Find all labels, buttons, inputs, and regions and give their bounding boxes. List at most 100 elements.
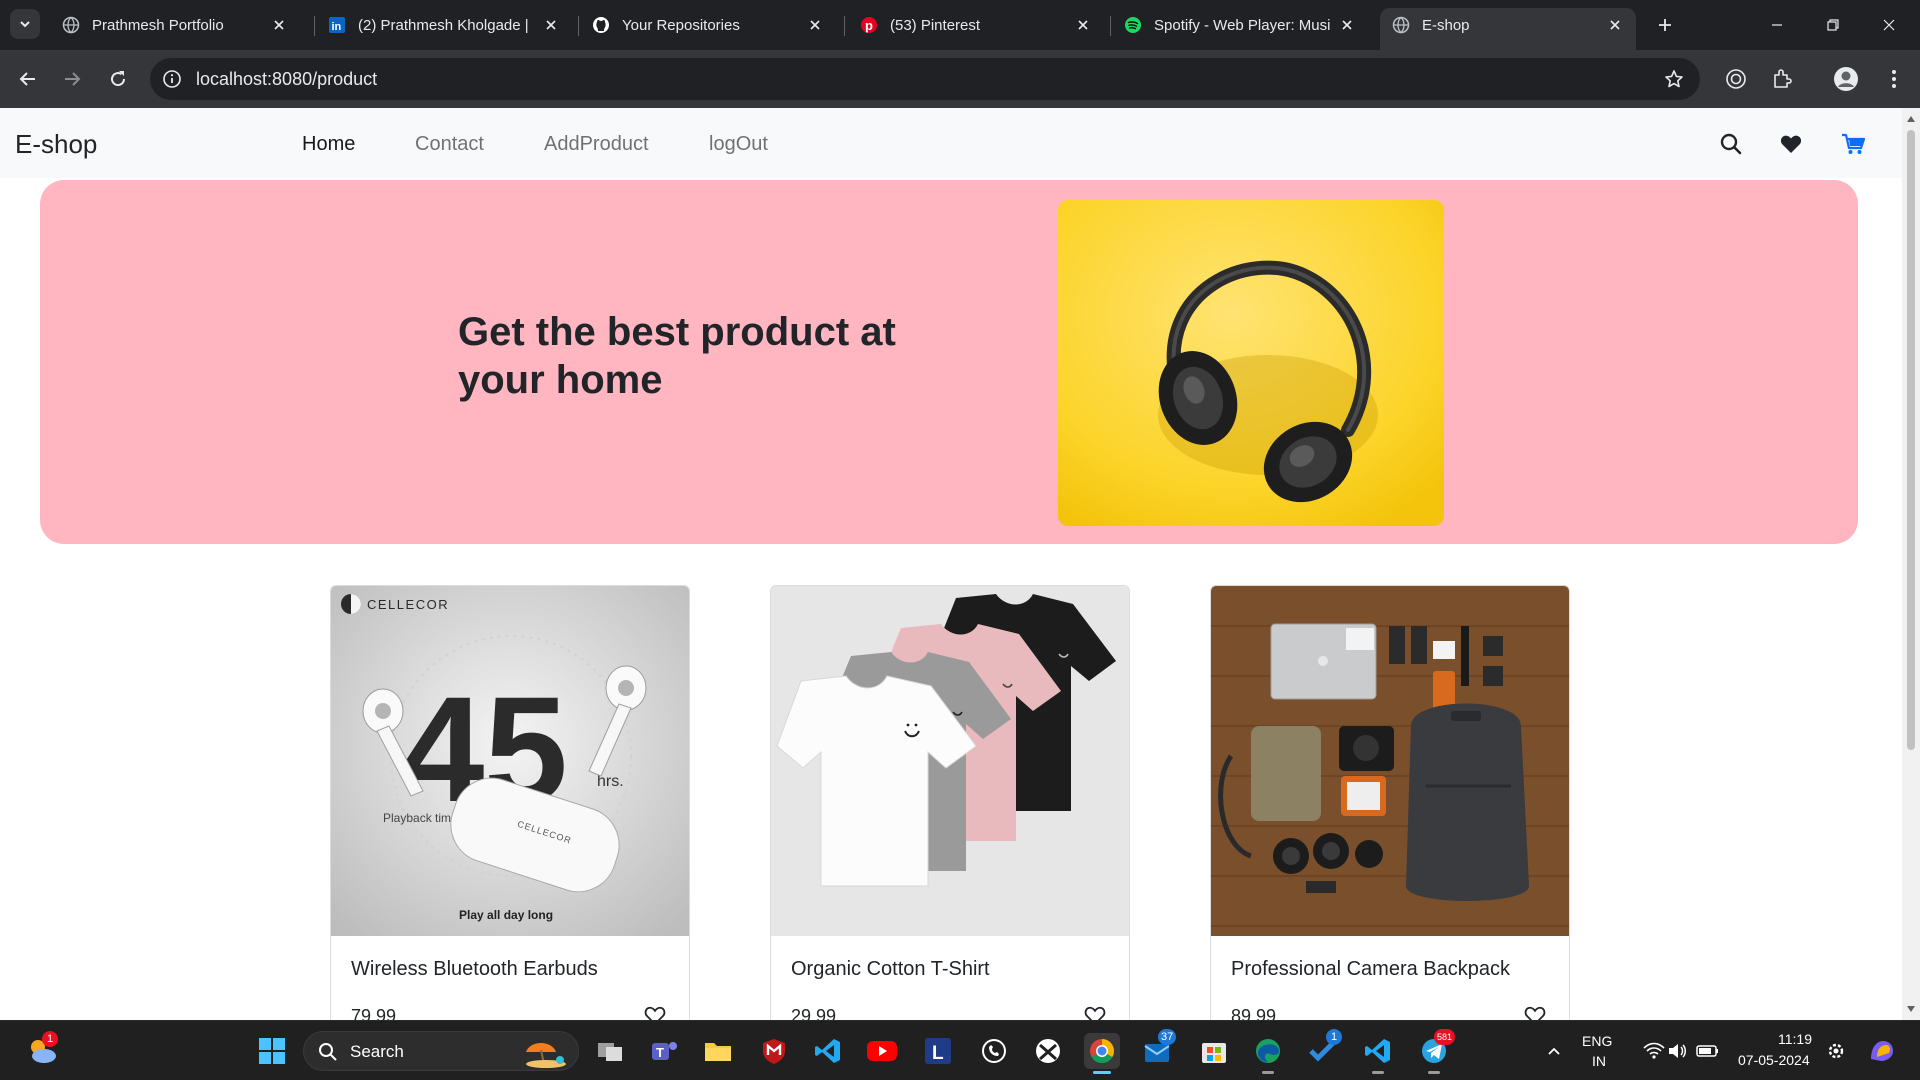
minimize-icon — [1772, 24, 1782, 26]
back-button[interactable] — [14, 65, 42, 93]
page-viewport: E-shop Home Contact AddProduct logOut Ge… — [0, 108, 1902, 1020]
tab-title: Prathmesh Portfolio — [92, 16, 224, 34]
todo-icon[interactable]: 1 — [1304, 1029, 1342, 1069]
product-title[interactable]: Organic Cotton T-Shirt — [791, 958, 990, 981]
product-card[interactable]: Organic Cotton T-Shirt 29.99 — [770, 585, 1130, 1020]
browser-tab-active[interactable]: E-shop — [1380, 8, 1636, 50]
browser-tab[interactable]: Spotify - Web Player: Music for everyone — [1112, 8, 1368, 42]
xbox-icon[interactable] — [1030, 1033, 1066, 1069]
running-indicator — [1372, 1071, 1384, 1074]
language-code[interactable]: ENG — [1582, 1033, 1612, 1049]
pinterest-icon: p — [860, 16, 878, 34]
restore-button[interactable] — [1820, 12, 1846, 38]
svg-text:p: p — [865, 18, 873, 33]
chevron-up-icon[interactable] — [1536, 1033, 1572, 1069]
tab-separator — [314, 16, 315, 36]
region-code[interactable]: IN — [1592, 1053, 1606, 1069]
teams-icon[interactable]: T — [646, 1033, 682, 1069]
l-app-icon[interactable]: L — [920, 1033, 956, 1069]
scroll-up-arrow[interactable] — [1907, 116, 1915, 122]
minimize-button[interactable] — [1764, 12, 1790, 38]
store-icon[interactable] — [1196, 1033, 1232, 1069]
browser-tab[interactable]: Your Repositories — [580, 8, 836, 42]
nav-add-product[interactable]: AddProduct — [544, 133, 649, 156]
product-title[interactable]: Wireless Bluetooth Earbuds — [351, 958, 598, 981]
site-info-icon[interactable] — [160, 67, 184, 91]
running-indicator — [1262, 1071, 1274, 1074]
page-scrollbar[interactable] — [1902, 108, 1920, 1020]
whatsapp-icon[interactable] — [976, 1033, 1012, 1069]
new-tab-button[interactable] — [1652, 12, 1678, 38]
task-view-icon[interactable] — [592, 1033, 628, 1069]
product-price: 29.99 — [791, 1006, 837, 1020]
nav-logout[interactable]: logOut — [709, 133, 768, 156]
start-button[interactable] — [254, 1033, 290, 1069]
store-badge: 37 — [1158, 1029, 1177, 1045]
youtube-icon[interactable] — [864, 1033, 900, 1069]
telegram-icon[interactable]: 581 — [1416, 1029, 1456, 1074]
bookmark-star-icon[interactable] — [1662, 67, 1686, 91]
product-image-earbuds[interactable]: CELLECOR 45 hrs. Playback time CELLECOR … — [331, 586, 689, 936]
site-brand[interactable]: E-shop — [15, 129, 97, 160]
address-bar[interactable]: localhost:8080/product — [150, 58, 1700, 100]
nav-contact[interactable]: Contact — [415, 133, 484, 156]
extensions-icon[interactable] — [1768, 65, 1796, 93]
product-image-camera-backpack[interactable] — [1211, 586, 1569, 936]
weather-widget[interactable]: 1 — [24, 1031, 60, 1069]
product-card[interactable]: Professional Camera Backpack 89.99 — [1210, 585, 1570, 1020]
close-icon[interactable] — [542, 16, 560, 34]
vscode-icon[interactable] — [1360, 1033, 1396, 1074]
search-icon — [319, 1043, 337, 1061]
scroll-down-arrow[interactable] — [1907, 1006, 1915, 1012]
scroll-thumb[interactable] — [1907, 130, 1915, 750]
wishlist-heart-icon[interactable] — [1523, 1004, 1547, 1020]
reload-button[interactable] — [104, 65, 132, 93]
close-icon[interactable] — [1338, 16, 1356, 34]
battery-icon[interactable] — [1690, 1033, 1726, 1069]
search-icon[interactable] — [1718, 131, 1744, 157]
menu-kebab-icon[interactable] — [1880, 65, 1908, 93]
copilot-icon[interactable] — [1864, 1033, 1900, 1069]
tab-title: Your Repositories — [622, 16, 740, 34]
url-text[interactable]: localhost:8080/product — [196, 69, 377, 90]
product-title[interactable]: Professional Camera Backpack — [1231, 958, 1510, 981]
clock-time[interactable]: 11:19 — [1778, 1031, 1812, 1047]
product-image-tshirts[interactable] — [771, 586, 1129, 936]
file-explorer-icon[interactable] — [700, 1033, 736, 1069]
heart-icon[interactable] — [1778, 131, 1804, 157]
nav-home[interactable]: Home — [302, 133, 355, 156]
wishlist-heart-icon[interactable] — [643, 1004, 667, 1020]
arrow-right-icon — [65, 72, 81, 86]
close-icon — [1883, 19, 1895, 31]
lens-icon[interactable] — [1722, 65, 1750, 93]
vscode-icon[interactable] — [810, 1033, 846, 1069]
mail-icon[interactable]: 37 — [1140, 1029, 1177, 1069]
browser-tab[interactable]: in (2) Prathmesh Kholgade | LinkedIn — [316, 8, 572, 42]
taskbar-search[interactable]: Search — [303, 1031, 579, 1071]
site-navbar: E-shop Home Contact AddProduct logOut — [0, 108, 1902, 178]
reload-icon — [111, 71, 126, 87]
forward-button[interactable] — [58, 65, 86, 93]
tab-search-button[interactable] — [10, 9, 40, 39]
close-window-button[interactable] — [1876, 12, 1902, 38]
spotify-icon — [1124, 16, 1142, 34]
product-card[interactable]: CELLECOR 45 hrs. Playback time CELLECOR … — [330, 585, 690, 1020]
browser-tab[interactable]: Prathmesh Portfolio — [50, 8, 300, 42]
clock-date[interactable]: 07-05-2024 — [1738, 1052, 1810, 1068]
edge-icon[interactable] — [1250, 1033, 1286, 1074]
wishlist-heart-icon[interactable] — [1083, 1004, 1107, 1020]
chrome-icon[interactable] — [1084, 1033, 1120, 1074]
mcafee-icon[interactable] — [756, 1033, 792, 1069]
brand-logo-text: CELLECOR — [367, 597, 449, 612]
notifications-gear-icon[interactable] — [1818, 1033, 1854, 1069]
arrow-left-icon — [19, 72, 35, 86]
cart-icon[interactable] — [1840, 131, 1866, 157]
profile-avatar[interactable] — [1832, 65, 1860, 93]
close-icon[interactable] — [1074, 16, 1092, 34]
telegram-badge: 581 — [1434, 1029, 1456, 1045]
browser-tab[interactable]: p (53) Pinterest — [848, 8, 1104, 42]
close-icon[interactable] — [1606, 16, 1624, 34]
close-icon[interactable] — [270, 16, 288, 34]
tab-separator — [578, 16, 579, 36]
close-icon[interactable] — [806, 16, 824, 34]
